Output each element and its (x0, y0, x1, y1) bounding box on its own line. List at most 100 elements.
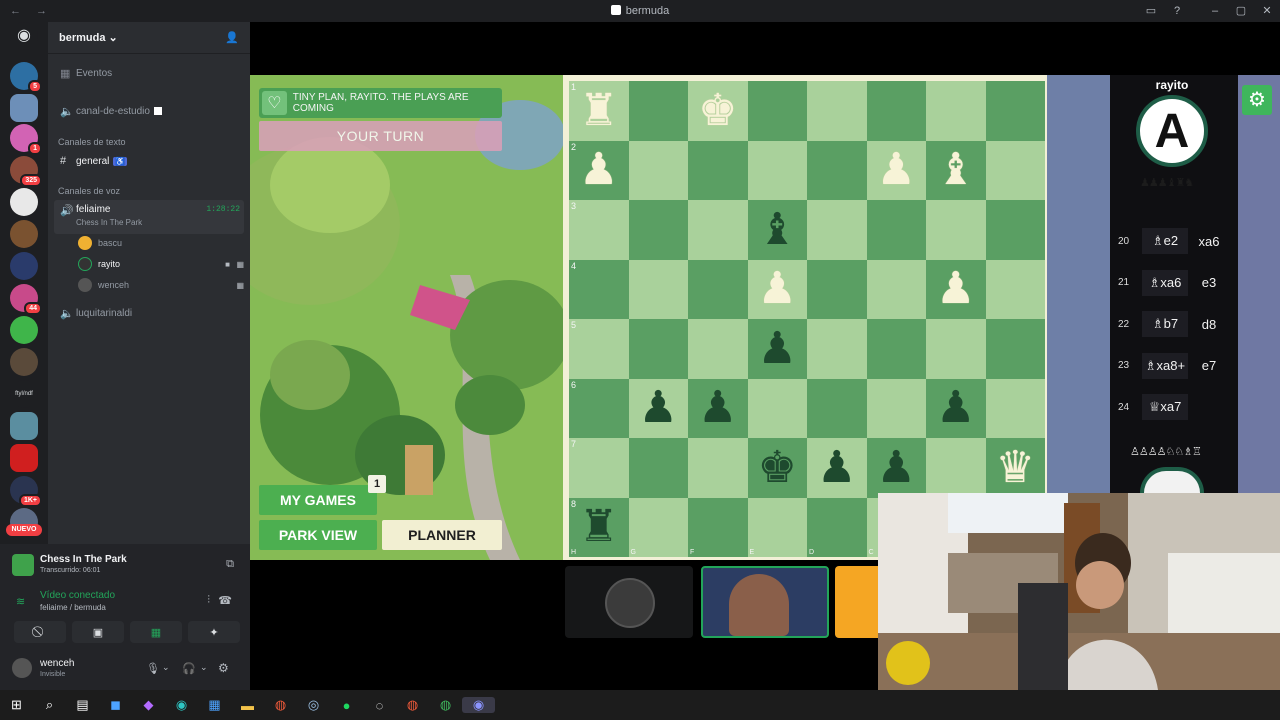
activity-button[interactable]: ▦ (130, 621, 182, 643)
white-pawn-piece[interactable]: ♟ (936, 267, 975, 311)
board-square[interactable]: ♝ (926, 140, 986, 200)
park-view-button[interactable]: PARK VIEW (259, 520, 377, 550)
board-square[interactable] (628, 81, 688, 141)
move-row[interactable]: 20 ♗e2 xa6 (1118, 228, 1230, 254)
move-row[interactable]: 22 ♗b7 d8 (1118, 311, 1230, 337)
server-icon[interactable]: 1 (10, 124, 42, 155)
board-square[interactable] (628, 438, 688, 498)
board-square[interactable] (985, 319, 1045, 379)
server-icon[interactable]: 44 (10, 284, 42, 315)
search-icon[interactable]: ⌕ (33, 697, 66, 713)
board-square[interactable] (747, 140, 807, 200)
board-square[interactable] (688, 319, 748, 379)
white-move[interactable]: ♗xa8+ (1142, 352, 1188, 379)
disconnect-icon[interactable]: ☎ (218, 594, 232, 607)
copilot-icon[interactable]: ◆ (132, 697, 165, 713)
server-icon[interactable]: 1K+ (10, 476, 42, 507)
board-square[interactable] (807, 378, 867, 438)
outlook-icon[interactable]: ◼ (99, 697, 132, 713)
board-square[interactable] (985, 378, 1045, 438)
voice-channel-study[interactable]: 🔈 canal-de-estudio (54, 100, 244, 122)
white-move[interactable]: ♕xa7 (1142, 394, 1188, 420)
video-tile-speaking[interactable] (701, 566, 829, 638)
board-square[interactable]: ♛ (985, 438, 1045, 498)
text-channel-general[interactable]: # general ♿ (54, 150, 244, 172)
nav-arrows[interactable]: ← → (0, 5, 60, 17)
board-square[interactable] (628, 140, 688, 200)
board-square[interactable] (807, 319, 867, 379)
avatar[interactable] (12, 658, 32, 678)
category-text[interactable]: Canales de texto (58, 137, 126, 147)
close-icon[interactable]: ✕ (1254, 0, 1280, 22)
events-item[interactable]: ▦ Eventos (54, 62, 244, 84)
board-square[interactable] (628, 200, 688, 260)
board-square[interactable]: ♟ (628, 378, 688, 438)
board-square[interactable]: D (807, 497, 867, 557)
board-square[interactable] (747, 378, 807, 438)
video-tile[interactable] (835, 566, 878, 638)
board-square[interactable]: ♟ (688, 378, 748, 438)
board-square[interactable] (866, 319, 926, 379)
board-square[interactable]: ♚ (688, 81, 748, 141)
board-square[interactable] (688, 140, 748, 200)
discord-home-icon[interactable]: ◉ (10, 22, 38, 50)
board-square[interactable]: 5 (569, 319, 629, 379)
board-square[interactable] (807, 200, 867, 260)
board-square[interactable]: 8 H ♜ (569, 497, 629, 557)
board-square[interactable] (926, 438, 986, 498)
board-square[interactable]: ♟ (747, 319, 807, 379)
minimize-icon[interactable]: – (1202, 0, 1228, 22)
help-icon[interactable]: ? (1164, 0, 1190, 22)
screen-share-button[interactable]: ▣ (72, 621, 124, 643)
store-icon[interactable]: ▦ (198, 697, 231, 713)
signal-icon[interactable]: ≋ (16, 595, 25, 608)
board-square[interactable]: 1 ♜ (569, 81, 629, 141)
board-square[interactable] (866, 200, 926, 260)
black-rook-piece[interactable]: ♜ (579, 505, 618, 549)
black-pawn-piece[interactable]: ♟ (758, 326, 797, 371)
board-square[interactable]: ♟ (807, 438, 867, 498)
black-pawn-piece[interactable]: ♟ (877, 445, 916, 490)
chrome-icon[interactable]: ◍ (396, 697, 429, 713)
steam-icon[interactable]: ◎ (297, 697, 330, 713)
settings-icon[interactable]: ⚙ (218, 661, 229, 675)
board-square[interactable] (985, 140, 1045, 200)
server-icon[interactable] (10, 316, 38, 344)
board-square[interactable] (807, 259, 867, 319)
settings-button[interactable]: ⚙ (1242, 85, 1272, 115)
black-move[interactable]: xa6 (1188, 228, 1230, 254)
white-bishop-piece[interactable]: ♝ (936, 148, 975, 192)
board-square[interactable] (688, 438, 748, 498)
board-square[interactable]: ♚ (747, 438, 807, 498)
file-explorer-icon[interactable]: ▬ (231, 698, 264, 713)
board-square[interactable] (866, 378, 926, 438)
board-square[interactable]: ♝ (747, 200, 807, 260)
edge-icon[interactable]: ◉ (165, 697, 198, 713)
black-move[interactable]: e7 (1188, 353, 1230, 379)
move-row[interactable]: 24 ♕xa7 (1118, 394, 1230, 420)
black-move[interactable]: d8 (1188, 311, 1230, 337)
board-square[interactable] (926, 319, 986, 379)
white-pawn-piece[interactable]: ♟ (758, 267, 797, 311)
task-view-icon[interactable]: ▤ (66, 697, 99, 713)
white-rook-piece[interactable]: ♜ (579, 88, 618, 133)
voice-user[interactable]: wenceh ▦ (78, 276, 248, 294)
mic-icon[interactable]: 🎙 (146, 662, 160, 675)
board-square[interactable]: F (688, 497, 748, 557)
chrome-icon[interactable]: ◍ (264, 697, 297, 713)
white-pawn-piece[interactable]: ♟ (877, 148, 916, 192)
board-square[interactable]: ♟ (866, 438, 926, 498)
voice-user[interactable]: bascu (78, 234, 248, 252)
white-move[interactable]: ♗b7 (1142, 311, 1188, 337)
board-square[interactable] (747, 81, 807, 141)
board-square[interactable] (926, 200, 986, 260)
server-icon[interactable]: 5 (10, 62, 42, 93)
board-square[interactable] (866, 259, 926, 319)
board-square[interactable] (926, 81, 986, 141)
headphones-icon[interactable]: 🎧 (182, 662, 196, 675)
board-square[interactable]: ♟ (926, 259, 986, 319)
voice-user[interactable]: rayito ■ ▦ (78, 255, 248, 273)
white-queen-piece[interactable]: ♛ (996, 445, 1035, 490)
maximize-icon[interactable]: ▢ (1228, 0, 1254, 22)
server-icon[interactable] (10, 188, 38, 216)
